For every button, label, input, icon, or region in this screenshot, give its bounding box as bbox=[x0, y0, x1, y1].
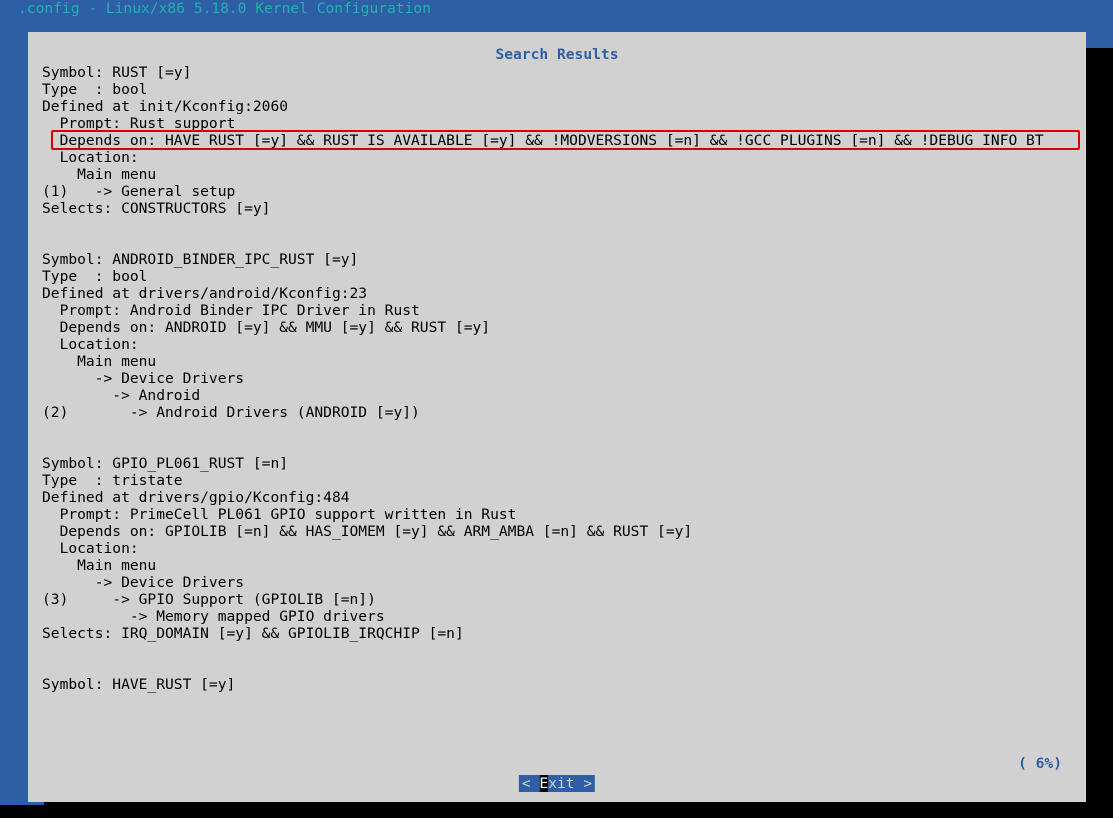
result-line: Defined at drivers/android/Kconfig:23 bbox=[42, 285, 367, 302]
panel-title: Search Results bbox=[28, 46, 1086, 63]
result-line: Location: Main menu -> Device Drivers ->… bbox=[42, 336, 420, 421]
result-line: Depends on: HAVE_RUST [=y] && RUST_IS_AV… bbox=[42, 132, 1044, 149]
result-line: Prompt: Rust support bbox=[42, 115, 235, 132]
result-line: Selects: IRQ_DOMAIN [=y] && GPIOLIB_IRQC… bbox=[42, 625, 464, 642]
button-label-tail: xit > bbox=[548, 775, 592, 792]
config-title-line: .config - Linux/x86 5.18.0 Kernel Config… bbox=[18, 0, 431, 17]
result-line: Symbol: RUST [=y] bbox=[42, 64, 191, 81]
exit-button[interactable]: < Exit > bbox=[519, 775, 595, 792]
result-line: Symbol: ANDROID_BINDER_IPC_RUST [=y] bbox=[42, 251, 358, 268]
result-line: Type : bool bbox=[42, 81, 147, 98]
result-line: Selects: CONSTRUCTORS [=y] bbox=[42, 200, 270, 217]
search-results-panel: Search Results Symbol: RUST [=y] Type : … bbox=[28, 32, 1086, 802]
result-line: Location: Main menu (1) -> General setup bbox=[42, 149, 235, 200]
result-line: Defined at init/Kconfig:2060 bbox=[42, 98, 288, 115]
result-line: Symbol: HAVE_RUST [=y] bbox=[42, 676, 235, 693]
scroll-percent: ( 6%) bbox=[1018, 755, 1062, 772]
result-line: Prompt: PrimeCell PL061 GPIO support wri… bbox=[42, 506, 516, 523]
result-line: Location: Main menu -> Device Drivers (3… bbox=[42, 540, 385, 625]
result-line: Depends on: GPIOLIB [=n] && HAS_IOMEM [=… bbox=[42, 523, 692, 540]
result-line: Depends on: ANDROID [=y] && MMU [=y] && … bbox=[42, 319, 490, 336]
result-line: Type : bool bbox=[42, 268, 147, 285]
button-bracket: < bbox=[522, 775, 540, 792]
result-line: Prompt: Android Binder IPC Driver in Rus… bbox=[42, 302, 420, 319]
result-line: Defined at drivers/gpio/Kconfig:484 bbox=[42, 489, 350, 506]
result-line: Type : tristate bbox=[42, 472, 183, 489]
terminal-background: .config - Linux/x86 5.18.0 Kernel Config… bbox=[0, 0, 1113, 805]
result-line: Symbol: GPIO_PL061_RUST [=n] bbox=[42, 455, 288, 472]
results-content[interactable]: Symbol: RUST [=y] Type : bool Defined at… bbox=[42, 64, 1072, 770]
